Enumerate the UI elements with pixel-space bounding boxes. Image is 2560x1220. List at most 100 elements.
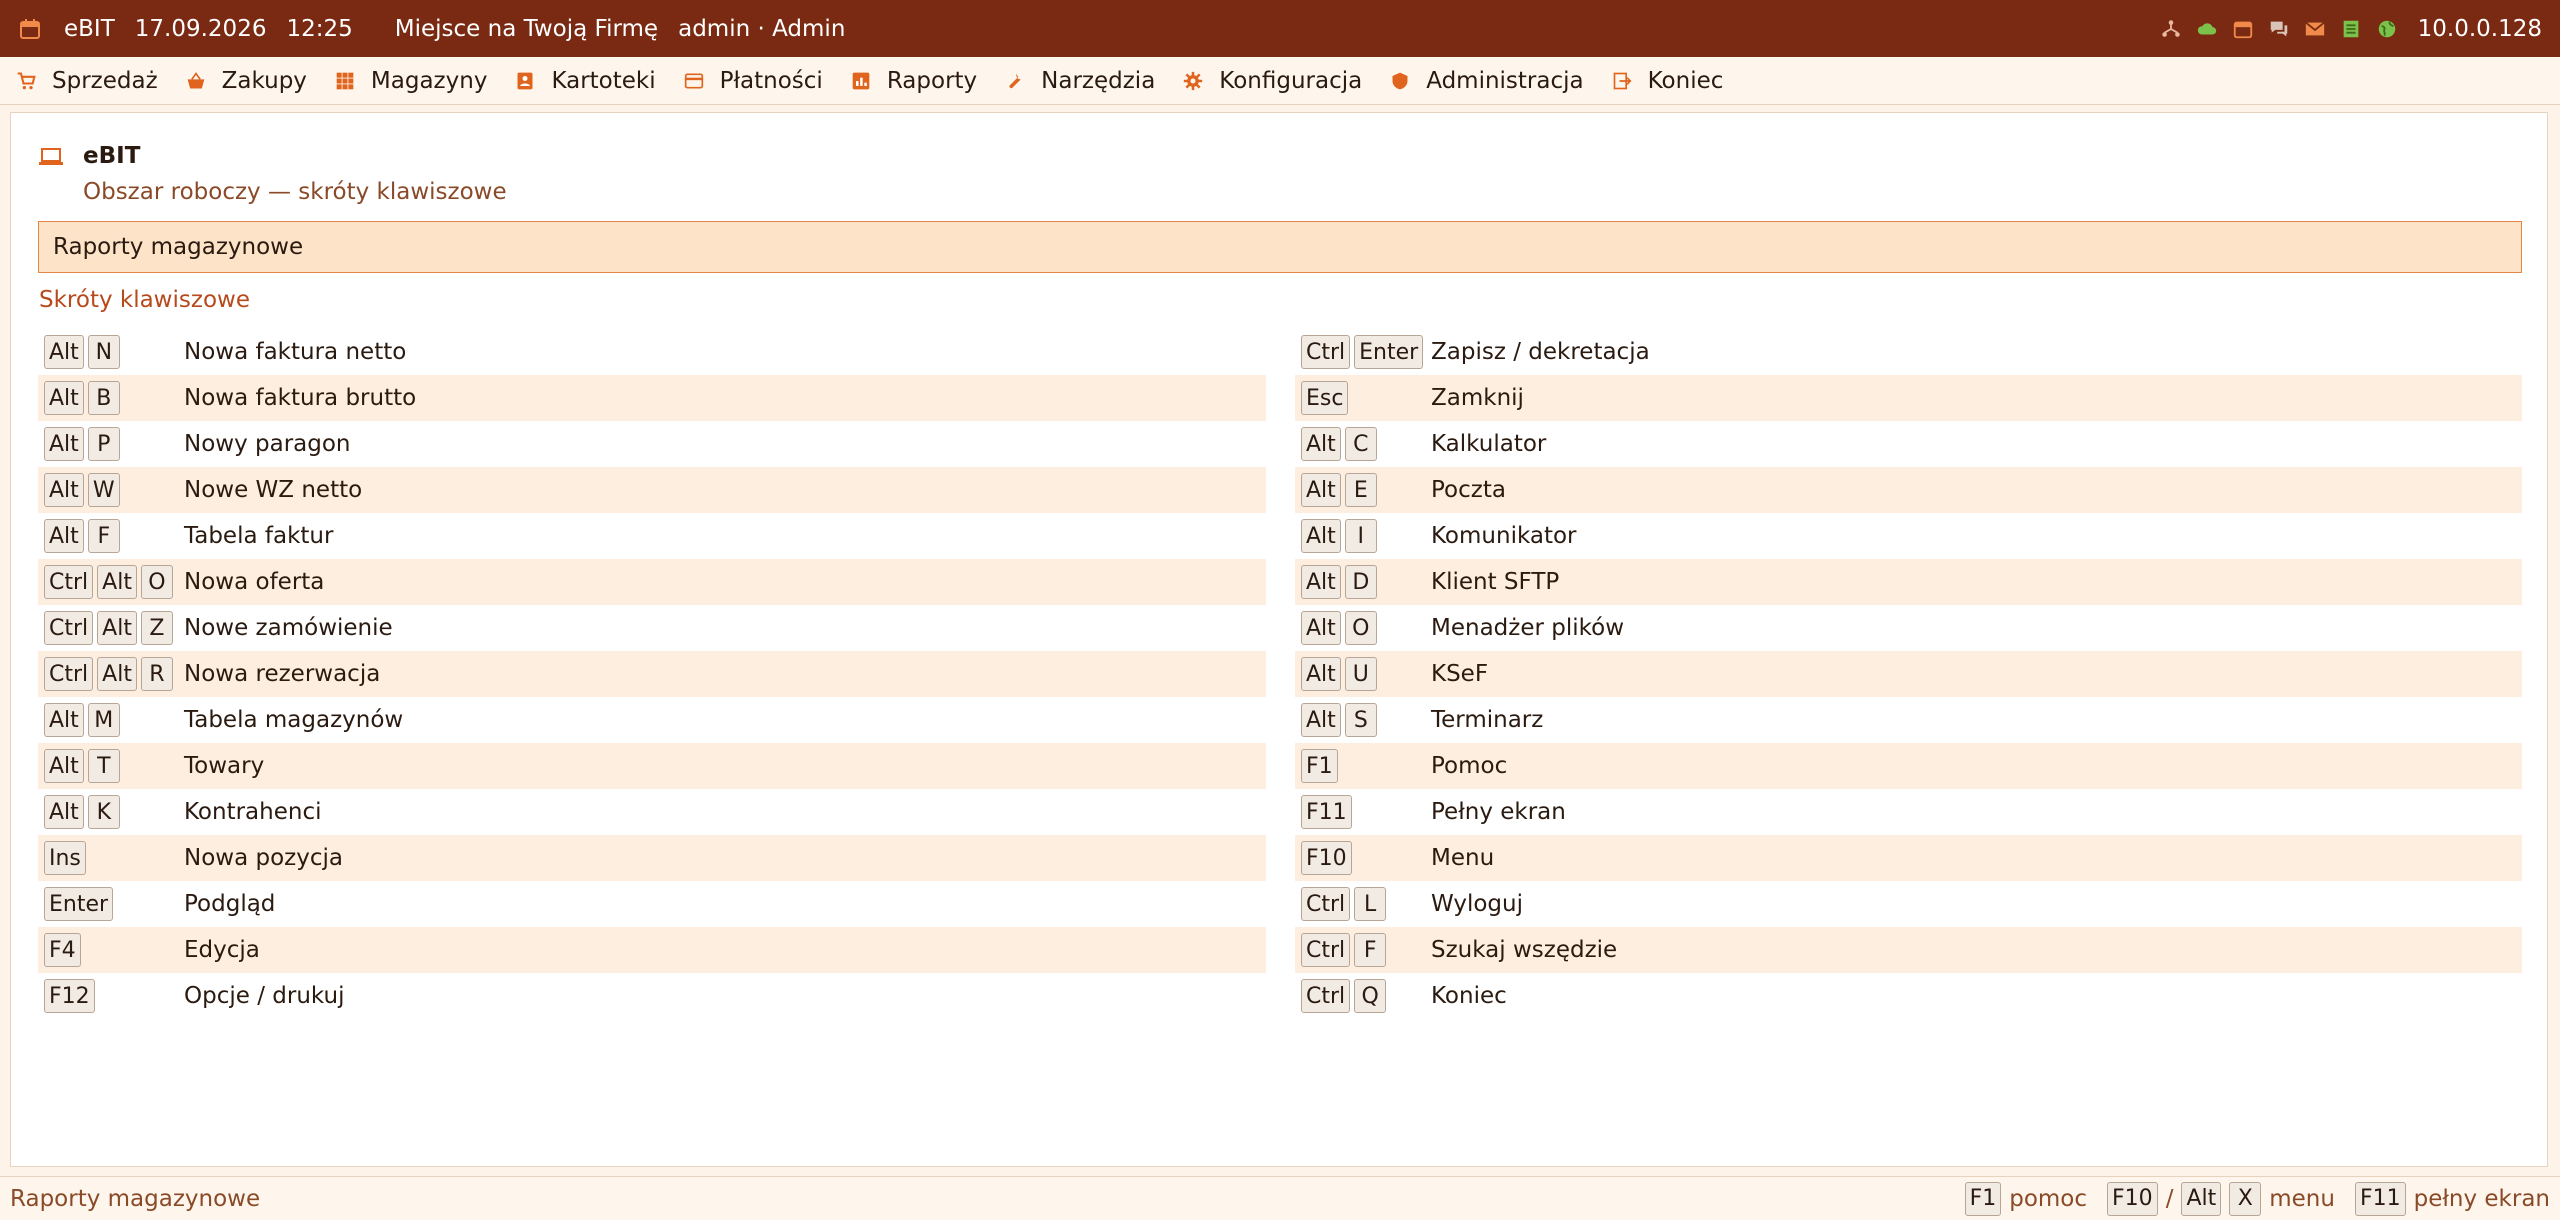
shortcut-row[interactable]: F10 Menu: [1295, 835, 2522, 881]
key-cap: Alt: [1301, 703, 1341, 737]
shortcut-row[interactable]: Alt O Menadżer plików: [1295, 605, 2522, 651]
shortcut-keys: Esc: [1301, 381, 1431, 415]
shortcut-row[interactable]: Ctrl Alt R Nowa rezerwacja: [38, 651, 1266, 697]
shortcut-keys: F12: [44, 979, 184, 1013]
shortcut-row[interactable]: Ctrl Enter Zapisz / dekretacja: [1295, 329, 2522, 375]
key-cap: Ctrl: [1301, 979, 1351, 1013]
shortcut-action: Klient SFTP: [1431, 569, 1560, 595]
shortcut-row[interactable]: Alt M Tabela magazynów: [38, 697, 1266, 743]
key-cap: Alt: [97, 611, 137, 645]
status-bar: Raporty magazynowe F1 pomoc F10 / Alt X …: [0, 1176, 2560, 1220]
shortcut-row[interactable]: Alt U KSeF: [1295, 651, 2522, 697]
shortcut-action: Nowa faktura netto: [184, 339, 407, 365]
menu-sprzedaz[interactable]: Sprzedaż: [16, 68, 158, 94]
report-icon: [852, 72, 870, 89]
key-cap: Alt: [44, 795, 84, 829]
shortcut-keys: Alt U: [1301, 657, 1431, 691]
menu-zakupy[interactable]: Zakupy: [186, 68, 307, 94]
shortcut-action: Nowa faktura brutto: [184, 385, 417, 411]
shortcut-row[interactable]: Ctrl L Wyloguj: [1295, 881, 2522, 927]
shortcut-keys: Ins: [44, 841, 184, 875]
key-cap: O: [140, 565, 173, 599]
shortcut-action: Koniec: [1431, 983, 1507, 1009]
shortcut-row[interactable]: F1 Pomoc: [1295, 743, 2522, 789]
menu-raporty[interactable]: Raporty: [851, 68, 977, 94]
menu-label: Płatności: [719, 67, 823, 94]
shortcut-keys: Alt I: [1301, 519, 1431, 553]
key-cap: Alt: [44, 381, 84, 415]
key-cap: Enter: [1354, 335, 1424, 369]
shortcut-row[interactable]: F12 Opcje / drukuj: [38, 973, 1266, 1019]
shortcut-row[interactable]: Ctrl Alt Z Nowe zamówienie: [38, 605, 1266, 651]
globe-icon[interactable]: [2376, 18, 2398, 40]
network-icon[interactable]: [2160, 18, 2182, 40]
chat-icon[interactable]: [2268, 18, 2290, 40]
title-bar: eBIT 17.09.2026 12:25 Miejsce na Twoją F…: [0, 0, 2560, 57]
shortcut-row[interactable]: Alt I Komunikator: [1295, 513, 2522, 559]
shortcut-row[interactable]: Ins Nowa pozycja: [38, 835, 1266, 881]
fullscreen-label: pełny ekran: [2413, 1185, 2550, 1212]
shortcut-keys: Alt O: [1301, 611, 1431, 645]
shortcut-row[interactable]: Esc Zamknij: [1295, 375, 2522, 421]
key-f10[interactable]: F10: [2107, 1181, 2158, 1216]
menu-label: Raporty: [886, 67, 978, 94]
menu-administracja[interactable]: Administracja: [1390, 67, 1584, 94]
shortcut-row[interactable]: Alt P Nowy paragon: [38, 421, 1266, 467]
menu-koniec[interactable]: Koniec: [1612, 67, 1724, 94]
shortcut-action: Wyloguj: [1431, 891, 1523, 917]
menu-label: Kartoteki: [551, 67, 656, 94]
section-header[interactable]: Raporty magazynowe: [38, 221, 2522, 273]
shortcut-row[interactable]: F11 Pełny ekran: [1295, 789, 2522, 835]
shortcut-row[interactable]: Alt D Klient SFTP: [1295, 559, 2522, 605]
key-cap: Alt: [1301, 473, 1341, 507]
menu-label: menu: [2269, 1185, 2335, 1212]
mail-icon[interactable]: [2304, 18, 2326, 40]
calendar-icon[interactable]: [2232, 18, 2254, 40]
key-x[interactable]: X: [2229, 1181, 2262, 1216]
shortcut-action: Kalkulator: [1431, 431, 1547, 457]
key-f1[interactable]: F1: [1964, 1181, 2002, 1216]
key-cap: Ctrl: [44, 565, 94, 599]
key-cap: Alt: [1301, 611, 1341, 645]
menu-label: Administracja: [1426, 67, 1584, 94]
shortcut-action: Nowa oferta: [184, 569, 325, 595]
shortcut-row[interactable]: Ctrl Alt O Nowa oferta: [38, 559, 1266, 605]
shortcut-row[interactable]: Alt N Nowa faktura netto: [38, 329, 1266, 375]
key-cap: Alt: [44, 749, 84, 783]
shortcut-row[interactable]: Alt K Kontrahenci: [38, 789, 1266, 835]
key-alt[interactable]: Alt: [2181, 1181, 2222, 1216]
menu-platnosci[interactable]: Płatności: [684, 68, 823, 94]
key-cap: Alt: [44, 703, 84, 737]
menu-magazyny[interactable]: Magazyny: [335, 68, 487, 94]
notes-icon[interactable]: [2340, 18, 2362, 40]
menu-bar: Sprzedaż Zakupy Magazyny Kartoteki Płatn…: [0, 57, 2560, 105]
calendar-icon[interactable]: [18, 17, 42, 41]
shortcut-keys: Ctrl F: [1301, 933, 1431, 967]
menu-kartoteki[interactable]: Kartoteki: [515, 67, 656, 94]
menu-konfiguracja[interactable]: Konfiguracja: [1183, 68, 1362, 94]
shortcut-row[interactable]: Alt B Nowa faktura brutto: [38, 375, 1266, 421]
shortcut-row[interactable]: Alt S Terminarz: [1295, 697, 2522, 743]
shortcut-row[interactable]: Alt W Nowe WZ netto: [38, 467, 1266, 513]
key-cap: P: [87, 427, 120, 461]
shortcut-action: Podgląd: [184, 891, 276, 917]
key-cap: Ctrl: [1301, 335, 1351, 369]
shortcut-keys: Alt P: [44, 427, 184, 461]
shortcut-row[interactable]: Enter Podgląd: [38, 881, 1266, 927]
shortcut-row[interactable]: F4 Edycja: [38, 927, 1266, 973]
shortcut-keys: Alt W: [44, 473, 184, 507]
key-cap: Ctrl: [1301, 887, 1351, 921]
cloud-icon[interactable]: [2196, 18, 2218, 40]
tray: 10.0.0.128: [2160, 0, 2542, 57]
workspace-panel: eBIT Obszar roboczy — skróty klawiszowe …: [10, 112, 2548, 1167]
menu-narzedzia[interactable]: Narzędzia: [1005, 68, 1155, 94]
user-info[interactable]: admin · Admin: [678, 16, 845, 42]
shortcut-row[interactable]: Ctrl Q Koniec: [1295, 973, 2522, 1019]
key-f11[interactable]: F11: [2354, 1181, 2406, 1216]
menu-label: Koniec: [1647, 67, 1724, 94]
shortcut-row[interactable]: Alt T Towary: [38, 743, 1266, 789]
shortcut-row[interactable]: Alt E Poczta: [1295, 467, 2522, 513]
shortcut-row[interactable]: Alt C Kalkulator: [1295, 421, 2522, 467]
shortcut-row[interactable]: Alt F Tabela faktur: [38, 513, 1266, 559]
shortcut-row[interactable]: Ctrl F Szukaj wszędzie: [1295, 927, 2522, 973]
